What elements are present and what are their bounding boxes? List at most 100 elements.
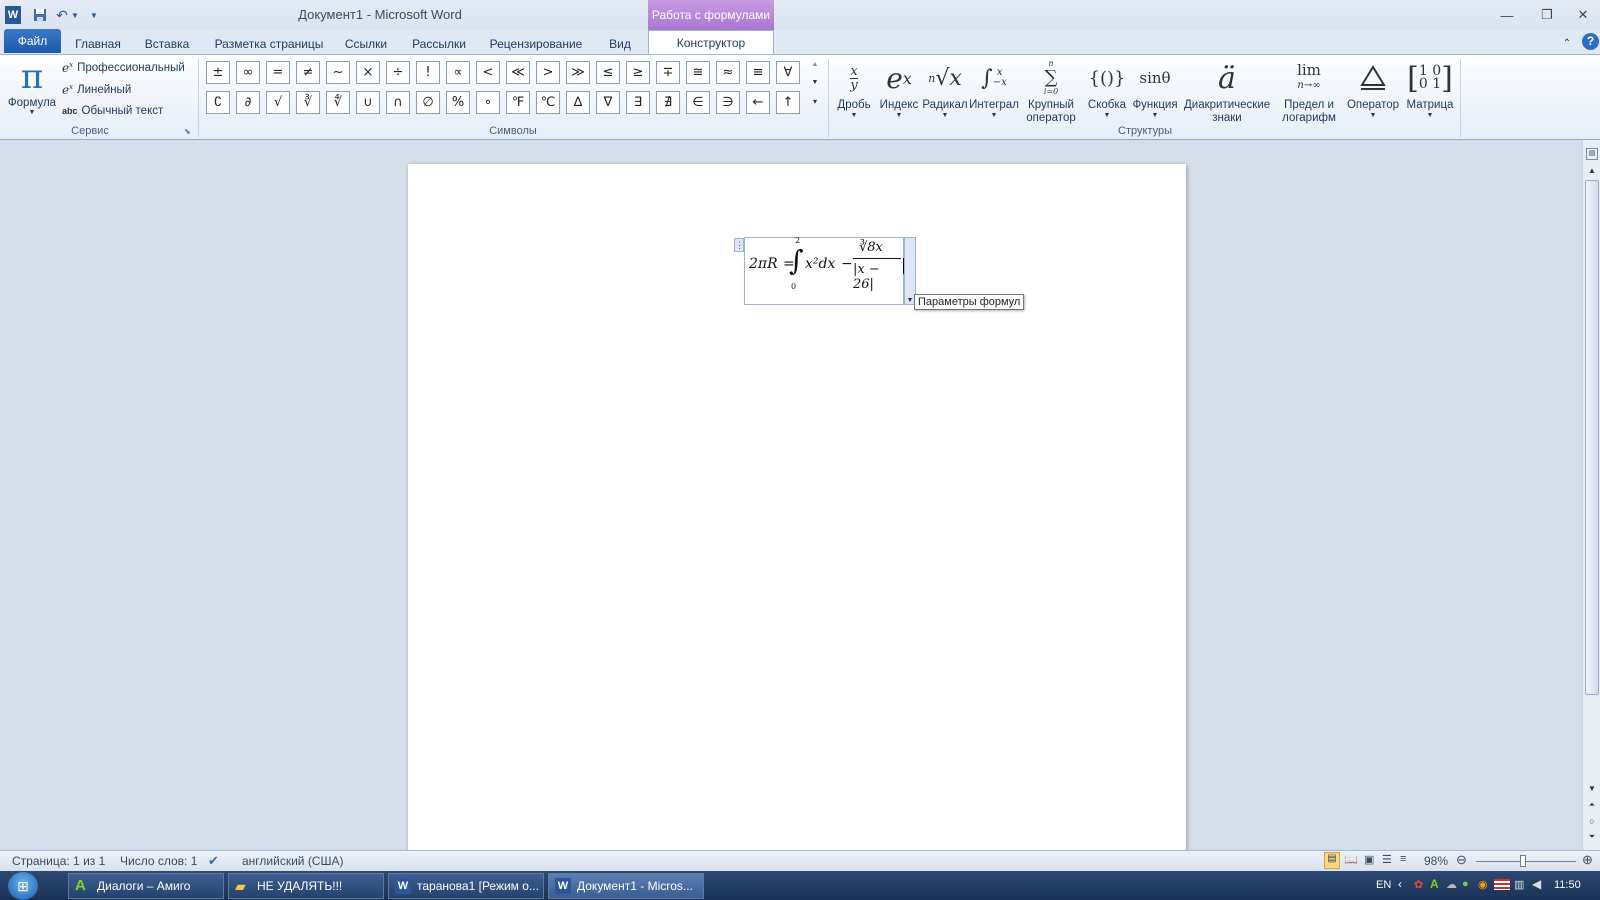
tab-design[interactable]: Конструктор bbox=[648, 30, 774, 55]
symbol-button[interactable]: ← bbox=[746, 91, 770, 114]
print-layout-view-icon[interactable]: ▤ bbox=[1324, 852, 1340, 869]
symbol-button[interactable]: ∃ bbox=[626, 91, 650, 114]
symbol-button[interactable]: ∝ bbox=[446, 61, 470, 84]
previous-page-icon[interactable]: ⏶ bbox=[1586, 800, 1598, 812]
large-operator-button[interactable]: n ∑ i=0 Крупный оператор bbox=[1022, 57, 1080, 124]
symbol-button[interactable]: ∘ bbox=[476, 91, 500, 114]
taskbar-item-amigo[interactable]: A Диалоги – Амиго bbox=[68, 873, 224, 899]
tab-page-layout[interactable]: Разметка страницы bbox=[206, 34, 332, 54]
symbol-button[interactable]: ≈ bbox=[716, 61, 740, 84]
full-screen-view-icon[interactable]: 📖 bbox=[1344, 853, 1358, 866]
symbol-button[interactable]: ∋ bbox=[716, 91, 740, 114]
symbol-button[interactable]: ! bbox=[416, 61, 440, 84]
language-indicator[interactable]: английский (США) bbox=[242, 854, 343, 868]
zoom-slider-thumb[interactable] bbox=[1520, 855, 1526, 867]
symbol-button[interactable]: ≠ bbox=[296, 61, 320, 84]
gallery-scroll-up[interactable]: ▲ bbox=[808, 61, 822, 77]
symbol-button[interactable]: > bbox=[536, 61, 560, 84]
symbol-button[interactable]: ≥ bbox=[626, 61, 650, 84]
accent-button[interactable]: ä Диакритические знаки bbox=[1180, 57, 1274, 125]
function-button[interactable]: sinθ Функция ▼ bbox=[1130, 57, 1180, 123]
zoom-in-icon[interactable]: ⊕ bbox=[1582, 852, 1593, 868]
symbol-button[interactable]: ∜ bbox=[326, 91, 350, 114]
scroll-up-arrow[interactable]: ▲ bbox=[1586, 166, 1598, 178]
symbol-button[interactable]: ≡ bbox=[746, 61, 770, 84]
minimize-ribbon-icon[interactable]: ⌃ bbox=[1560, 34, 1574, 54]
operator-button[interactable]: Оператор ▼ bbox=[1344, 57, 1402, 123]
symbol-button[interactable]: ∞ bbox=[236, 61, 260, 84]
tray-icon[interactable]: ☁ bbox=[1446, 878, 1457, 891]
tab-insert[interactable]: Вставка bbox=[138, 34, 196, 54]
clock[interactable]: 11:50 bbox=[1554, 879, 1581, 891]
symbol-button[interactable]: ∁ bbox=[206, 91, 230, 114]
zoom-out-icon[interactable]: ⊖ bbox=[1456, 852, 1467, 868]
gallery-scroll-down[interactable]: ▼ bbox=[808, 79, 822, 95]
zoom-level[interactable]: 98% bbox=[1424, 854, 1448, 868]
scroll-thumb[interactable] bbox=[1585, 180, 1599, 695]
ruler-toggle-icon[interactable]: ▤ bbox=[1586, 148, 1598, 160]
web-layout-view-icon[interactable]: ▣ bbox=[1364, 853, 1374, 866]
taskbar-item-word-doc-1[interactable]: W таранова1 [Режим о... bbox=[388, 873, 544, 899]
option-linear[interactable]: ex Линейный bbox=[62, 81, 131, 99]
symbol-button[interactable]: ∛ bbox=[296, 91, 320, 114]
symbol-button[interactable]: ∆ bbox=[566, 91, 590, 114]
symbol-button[interactable]: ∩ bbox=[386, 91, 410, 114]
flag-icon[interactable] bbox=[1494, 879, 1510, 890]
dialog-launcher-icon[interactable]: ⬊ bbox=[184, 127, 191, 136]
symbol-button[interactable]: √ bbox=[266, 91, 290, 114]
tab-home[interactable]: Главная bbox=[66, 34, 130, 54]
input-language[interactable]: EN bbox=[1376, 879, 1391, 891]
tab-view[interactable]: Вид bbox=[602, 34, 638, 54]
tab-file[interactable]: Файл bbox=[4, 29, 61, 53]
tray-icon[interactable]: ✿ bbox=[1414, 878, 1423, 891]
help-icon[interactable]: ? bbox=[1582, 33, 1599, 50]
word-count[interactable]: Число слов: 1 bbox=[120, 854, 197, 868]
bracket-button[interactable]: {()} Скобка ▼ bbox=[1084, 57, 1130, 123]
scroll-down-arrow[interactable]: ▼ bbox=[1586, 784, 1598, 796]
symbol-button[interactable]: × bbox=[356, 61, 380, 84]
tab-mailings[interactable]: Рассылки bbox=[406, 34, 472, 54]
symbol-button[interactable]: ∇ bbox=[596, 91, 620, 114]
browse-object-icon[interactable]: ○ bbox=[1586, 816, 1598, 828]
symbol-button[interactable]: ≪ bbox=[506, 61, 530, 84]
limit-log-button[interactable]: lim n→∞ Предел и логарифм bbox=[1274, 57, 1344, 125]
symbol-button[interactable]: ↑ bbox=[776, 91, 800, 114]
symbol-button[interactable]: ∅ bbox=[416, 91, 440, 114]
symbol-button[interactable]: ∀ bbox=[776, 61, 800, 84]
maximize-button[interactable]: ❐ bbox=[1532, 5, 1562, 25]
draft-view-icon[interactable]: ≡ bbox=[1400, 853, 1406, 865]
matrix-button[interactable]: [1 00 1] Матрица ▼ bbox=[1402, 57, 1458, 123]
symbol-button[interactable]: ≤ bbox=[596, 61, 620, 84]
start-button[interactable]: ⊞ bbox=[8, 872, 38, 900]
option-normal-text[interactable]: abc Обычный текст bbox=[62, 102, 163, 120]
script-button[interactable]: ex Индекс ▼ bbox=[876, 57, 922, 123]
network-icon[interactable]: ▥ bbox=[1514, 878, 1524, 891]
symbol-button[interactable]: ∓ bbox=[656, 61, 680, 84]
symbol-button[interactable]: % bbox=[446, 91, 470, 114]
tray-icon[interactable]: ◉ bbox=[1478, 878, 1488, 891]
symbol-button[interactable]: ℉ bbox=[506, 91, 530, 114]
equation-handle[interactable]: ⋮ bbox=[734, 238, 744, 252]
symbol-button[interactable]: ∂ bbox=[236, 91, 260, 114]
tab-references[interactable]: Ссылки bbox=[340, 34, 392, 54]
integral-button[interactable]: ∫ x −x Интеграл ▼ bbox=[968, 57, 1020, 123]
tray-icon[interactable]: A bbox=[1430, 877, 1439, 891]
formula-button[interactable]: π Формула ▼ bbox=[6, 57, 58, 121]
fraction-button[interactable]: xy Дробь ▼ bbox=[832, 57, 876, 123]
taskbar-item-folder[interactable]: ▰ НЕ УДАЛЯТЬ!!! bbox=[228, 873, 384, 899]
document-page[interactable]: ⋮ 2πR = 2 ∫ 0 x²dx − ∛8x |x − 26| ▼ Пара… bbox=[408, 164, 1186, 864]
minimize-button[interactable]: — bbox=[1492, 5, 1522, 25]
tray-icon[interactable]: ● bbox=[1462, 878, 1469, 890]
symbol-button[interactable]: ℃ bbox=[536, 91, 560, 114]
symbol-button[interactable]: ≅ bbox=[686, 61, 710, 84]
radical-button[interactable]: n √x Радикал ▼ bbox=[922, 57, 968, 123]
symbol-button[interactable]: ∪ bbox=[356, 91, 380, 114]
symbol-button[interactable]: ∈ bbox=[686, 91, 710, 114]
vertical-scrollbar[interactable]: ▤ ▲ ▼ ⏶ ○ ⏷ bbox=[1582, 140, 1600, 850]
symbol-button[interactable]: < bbox=[476, 61, 500, 84]
symbol-button[interactable]: ~ bbox=[326, 61, 350, 84]
next-page-icon[interactable]: ⏷ bbox=[1586, 832, 1598, 844]
spell-check-icon[interactable]: ✔ bbox=[208, 853, 219, 869]
close-button[interactable]: ✕ bbox=[1568, 5, 1598, 25]
tab-review[interactable]: Рецензирование bbox=[484, 34, 588, 54]
